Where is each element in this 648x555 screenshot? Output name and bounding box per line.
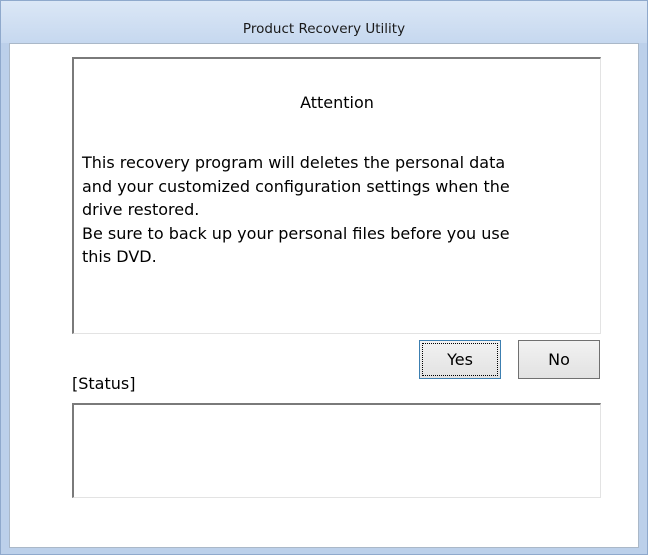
- dialog-client-area: Attention This recovery program will del…: [9, 43, 639, 548]
- yes-button[interactable]: Yes: [419, 340, 501, 379]
- window-title: Product Recovery Utility: [242, 21, 406, 37]
- warning-message: This recovery program will deletes the p…: [82, 153, 510, 266]
- status-label: [Status]: [72, 374, 136, 393]
- no-button[interactable]: No: [518, 340, 600, 379]
- status-output-box: [72, 403, 601, 498]
- message-panel: Attention This recovery program will del…: [72, 57, 601, 334]
- title-bar[interactable]: Product Recovery Utility: [1, 1, 647, 43]
- attention-heading: Attention: [300, 93, 374, 112]
- recovery-utility-window: Product Recovery Utility Attention This …: [0, 0, 648, 555]
